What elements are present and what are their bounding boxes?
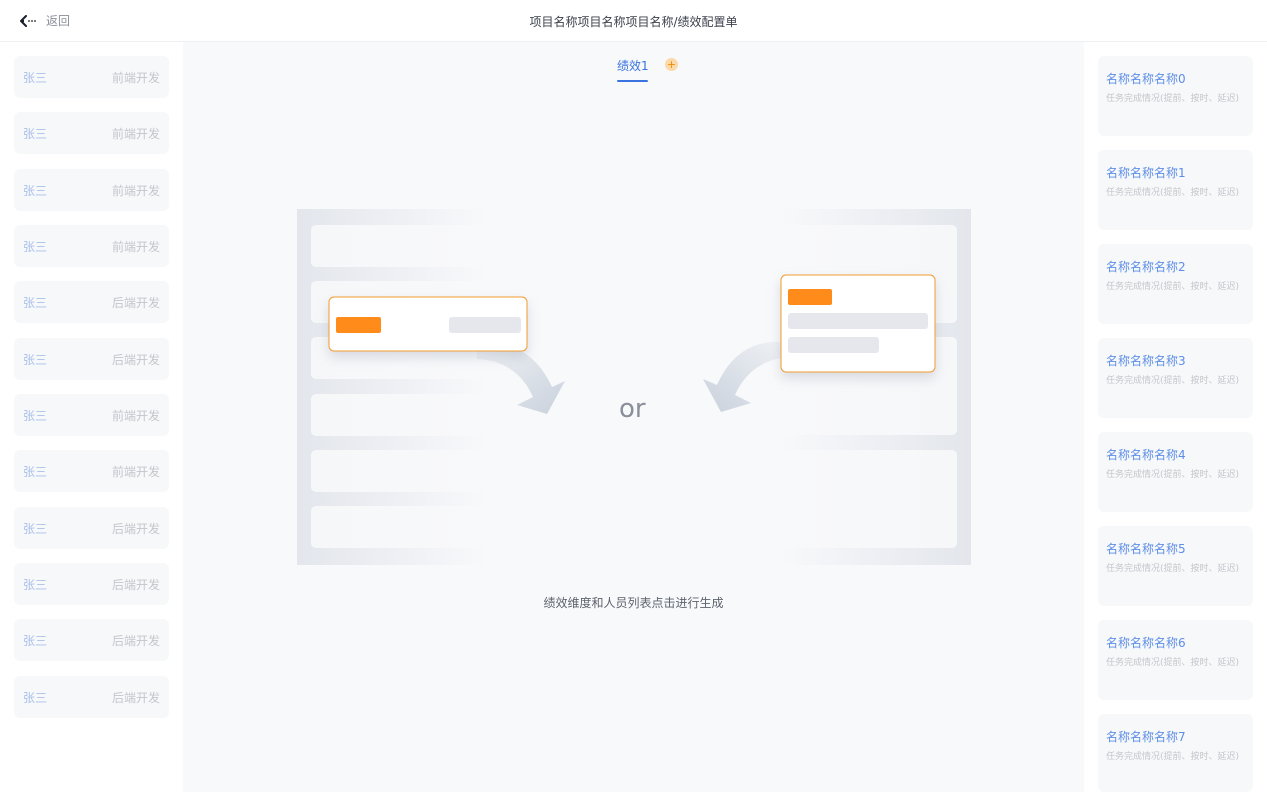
add-tab-button[interactable]: + [665,58,678,71]
dimension-item[interactable]: 名称名称名称2 任务完成情况(提前、按时、延迟) [1098,244,1253,324]
person-role: 后端开发 [111,690,160,705]
empty-state-illustration [297,209,971,565]
top-bar: 返回 项目名称项目名称项目名称/绩效配置单 [0,0,1267,42]
person-name: 张三 [23,633,48,648]
dimension-desc: 任务完成情况(提前、按时、延迟) [1106,752,1240,762]
person-role: 前端开发 [111,239,160,254]
dimension-item[interactable]: 名称名称名称5 任务完成情况(提前、按时、延迟) [1098,526,1253,606]
person-item[interactable]: 张三 后端开发 [14,338,169,380]
person-role: 前端开发 [111,70,160,85]
dimension-desc: 任务完成情况(提前、按时、延迟) [1106,282,1240,292]
person-name: 张三 [23,239,48,254]
plus-icon: + [666,58,677,71]
person-role: 后端开发 [111,352,160,367]
dimension-desc: 任务完成情况(提前、按时、延迟) [1106,470,1240,480]
person-name: 张三 [23,577,48,592]
person-name: 张三 [23,295,48,310]
person-item[interactable]: 张三 前端开发 [14,169,169,211]
config-canvas: 绩效1 + or 绩效维度和人员列表点击进行生成 [183,42,1084,792]
dimension-item[interactable]: 名称名称名称6 任务完成情况(提前、按时、延迟) [1098,620,1253,700]
person-name: 张三 [23,352,48,367]
tab-performance-1[interactable]: 绩效1 [617,57,649,74]
or-label: or [619,394,646,424]
dimension-name: 名称名称名称7 [1106,730,1186,744]
person-role: 后端开发 [111,577,160,592]
person-name: 张三 [23,690,48,705]
person-role: 前端开发 [111,464,160,479]
dimension-item[interactable]: 名称名称名称7 任务完成情况(提前、按时、延迟) [1098,714,1253,792]
dimension-item[interactable]: 名称名称名称0 任务完成情况(提前、按时、延迟) [1098,56,1253,136]
person-role: 后端开发 [111,633,160,648]
dimension-item[interactable]: 名称名称名称1 任务完成情况(提前、按时、延迟) [1098,150,1253,230]
dimension-name: 名称名称名称1 [1106,166,1186,180]
person-item[interactable]: 张三 前端开发 [14,56,169,98]
dimension-name: 名称名称名称0 [1106,72,1186,86]
dimension-desc: 任务完成情况(提前、按时、延迟) [1106,94,1240,104]
dimension-name: 名称名称名称4 [1106,448,1186,462]
person-item[interactable]: 张三 前端开发 [14,394,169,436]
person-item[interactable]: 张三 前端开发 [14,225,169,267]
person-item[interactable]: 张三 后端开发 [14,281,169,323]
person-name: 张三 [23,70,48,85]
person-item[interactable]: 张三 前端开发 [14,112,169,154]
person-name: 张三 [23,408,48,423]
dimension-desc: 任务完成情况(提前、按时、延迟) [1106,376,1240,386]
person-name: 张三 [23,183,48,198]
person-item[interactable]: 张三 后端开发 [14,563,169,605]
dimension-desc: 任务完成情况(提前、按时、延迟) [1106,658,1240,668]
dimension-item[interactable]: 名称名称名称3 任务完成情况(提前、按时、延迟) [1098,338,1253,418]
person-role: 后端开发 [111,295,160,310]
dimension-list: 名称名称名称0 任务完成情况(提前、按时、延迟) 名称名称名称1 任务完成情况(… [1084,42,1267,792]
dimension-desc: 任务完成情况(提前、按时、延迟) [1106,188,1240,198]
person-role: 后端开发 [111,521,160,536]
person-item[interactable]: 张三 后端开发 [14,619,169,661]
active-tab-indicator [617,80,648,82]
person-name: 张三 [23,464,48,479]
page-title: 项目名称项目名称项目名称/绩效配置单 [529,15,738,29]
person-role: 前端开发 [111,408,160,423]
person-item[interactable]: 张三 后端开发 [14,676,169,718]
person-item[interactable]: 张三 后端开发 [14,507,169,549]
hint-text: 绩效维度和人员列表点击进行生成 [543,596,724,610]
person-name: 张三 [23,126,48,141]
person-role: 前端开发 [111,183,160,198]
dimension-desc: 任务完成情况(提前、按时、延迟) [1106,564,1240,574]
dimension-name: 名称名称名称3 [1106,354,1186,368]
dimension-name: 名称名称名称2 [1106,260,1186,274]
dimension-name: 名称名称名称6 [1106,636,1186,650]
person-name: 张三 [23,521,48,536]
person-role: 前端开发 [111,126,160,141]
dimension-item[interactable]: 名称名称名称4 任务完成情况(提前、按时、延迟) [1098,432,1253,512]
people-list: 张三 前端开发 张三 前端开发 张三 前端开发 张三 前端开发 张三 后端开发 … [0,42,183,792]
person-item[interactable]: 张三 前端开发 [14,450,169,492]
dimension-name: 名称名称名称5 [1106,542,1186,556]
